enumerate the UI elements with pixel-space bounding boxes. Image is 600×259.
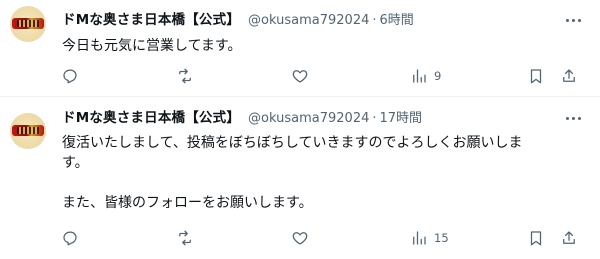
tweet-header: ドMな奥さま日本橋【公式】 @okusama792024 · 17時間 bbox=[62, 109, 422, 128]
bookmark-icon bbox=[530, 69, 542, 84]
tweet-text: 今日も元気に営業してます。 bbox=[62, 38, 242, 54]
bookmark-icon bbox=[530, 231, 542, 246]
more-icon[interactable] bbox=[562, 109, 584, 127]
tweet-actions: 9 bbox=[55, 65, 590, 87]
tweet-header: ドMな奥さま日本橋【公式】 @okusama792024 · 6時間 bbox=[62, 11, 414, 30]
repost-button[interactable] bbox=[176, 65, 194, 87]
like-button[interactable] bbox=[291, 65, 309, 87]
tweet[interactable]: ドMな奥さま日本橋【公式】 @okusama792024 · 6時間 今日も元気… bbox=[0, 0, 600, 97]
views-count: 9 bbox=[434, 69, 442, 83]
views-button[interactable]: 15 bbox=[410, 227, 449, 249]
repost-icon bbox=[179, 230, 191, 246]
timestamp[interactable]: 17時間 bbox=[380, 110, 423, 128]
avatar[interactable] bbox=[10, 113, 46, 149]
share-icon bbox=[563, 231, 575, 244]
bookmark-button[interactable] bbox=[527, 65, 545, 87]
views-count: 15 bbox=[434, 231, 449, 245]
author-handle[interactable]: @okusama792024 bbox=[248, 12, 369, 30]
views-icon bbox=[413, 69, 426, 83]
reply-icon bbox=[63, 69, 77, 84]
heart-icon bbox=[292, 70, 308, 83]
like-button[interactable] bbox=[291, 227, 309, 249]
timestamp[interactable]: 6時間 bbox=[380, 12, 414, 30]
author-name[interactable]: ドMな奥さま日本橋【公式】 bbox=[62, 109, 240, 127]
bookmark-button[interactable] bbox=[527, 227, 545, 249]
views-icon bbox=[413, 231, 426, 245]
more-icon[interactable] bbox=[562, 11, 584, 29]
tweet-text: 復活いたしまして、投稿をぼちぼちしていきますのでよろしくお願いしま す。 また、… bbox=[62, 135, 523, 211]
share-button[interactable] bbox=[560, 65, 578, 87]
timeline-feed: ドMな奥さま日本橋【公式】 @okusama792024 · 6時間 今日も元気… bbox=[0, 0, 600, 259]
repost-button[interactable] bbox=[176, 227, 194, 249]
repost-icon bbox=[179, 68, 191, 84]
heart-icon bbox=[292, 232, 308, 245]
tweet[interactable]: ドMな奥さま日本橋【公式】 @okusama792024 · 17時間 復活いた… bbox=[0, 97, 600, 259]
tweet-actions: 15 bbox=[55, 227, 590, 249]
author-handle[interactable]: @okusama792024 bbox=[248, 110, 369, 128]
reply-button[interactable] bbox=[61, 65, 79, 87]
separator: · bbox=[372, 13, 377, 28]
reply-button[interactable] bbox=[61, 227, 79, 249]
avatar[interactable] bbox=[10, 6, 46, 42]
reply-icon bbox=[63, 231, 77, 246]
share-icon bbox=[563, 69, 575, 82]
separator: · bbox=[372, 111, 377, 126]
author-name[interactable]: ドMな奥さま日本橋【公式】 bbox=[62, 11, 240, 29]
share-button[interactable] bbox=[560, 227, 578, 249]
views-button[interactable]: 9 bbox=[410, 65, 441, 87]
